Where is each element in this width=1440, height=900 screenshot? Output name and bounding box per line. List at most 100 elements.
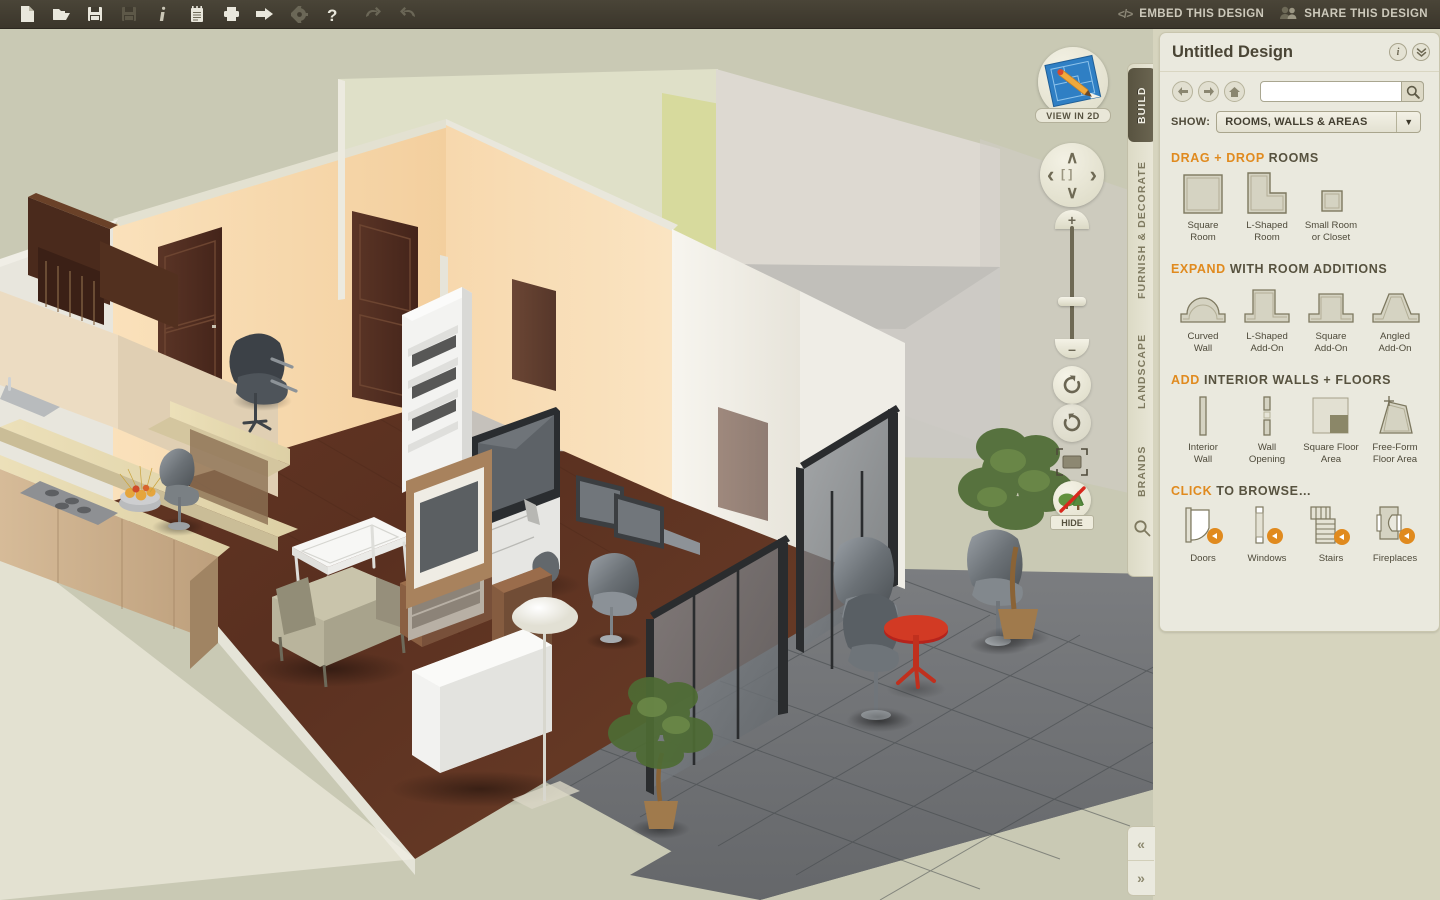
zoom-slider-handle[interactable] bbox=[1058, 297, 1086, 306]
tile-label: Square Add-On bbox=[1314, 331, 1348, 354]
build-panel-card: Untitled Design i SHOW: ROOMS, WALLS & A… bbox=[1159, 32, 1440, 632]
settings-gear-icon[interactable] bbox=[282, 1, 316, 28]
nav-forward-button[interactable] bbox=[1198, 81, 1219, 102]
pan-right-button[interactable]: › bbox=[1090, 164, 1097, 186]
collapse-next-button[interactable]: » bbox=[1128, 861, 1154, 895]
zoom-out-button[interactable]: – bbox=[1055, 339, 1089, 358]
toolbar-icon-group: ? bbox=[0, 1, 424, 28]
view-in-2d-label[interactable]: VIEW IN 2D bbox=[1035, 108, 1111, 123]
panel-search-box[interactable] bbox=[1260, 81, 1424, 102]
pan-dial[interactable]: ∧ ‹ › ∨ [ ] bbox=[1040, 143, 1104, 207]
nav-home-button[interactable] bbox=[1224, 81, 1245, 102]
tile-doors[interactable]: Doors bbox=[1171, 504, 1235, 565]
wall-opening-icon bbox=[1244, 393, 1290, 437]
notes-icon[interactable] bbox=[180, 1, 214, 28]
tile-interior-wall[interactable]: Interior Wall bbox=[1171, 393, 1235, 466]
zoom-slider[interactable]: + – bbox=[1055, 210, 1089, 358]
info-icon[interactable] bbox=[146, 1, 180, 28]
share-design-label: SHARE THIS DESIGN bbox=[1304, 8, 1428, 20]
section-title: EXPAND WITH ROOM ADDITIONS bbox=[1171, 262, 1439, 276]
vtab-build[interactable]: BUILD bbox=[1128, 68, 1156, 142]
windows-icon bbox=[1242, 504, 1292, 548]
tile-label: L-Shaped Room bbox=[1246, 220, 1288, 243]
view-in-2d-button[interactable] bbox=[1038, 47, 1108, 117]
show-label: SHOW: bbox=[1171, 116, 1211, 128]
tile-label: Doors bbox=[1190, 553, 1216, 564]
tile-angled-add-on[interactable]: Angled Add-On bbox=[1363, 282, 1427, 355]
rotate-ccw-icon bbox=[1063, 375, 1081, 394]
chevron-down-icon[interactable]: ▼ bbox=[1396, 112, 1420, 132]
tile-square-add-on[interactable]: Square Add-On bbox=[1299, 282, 1363, 355]
l-shaped-room-icon bbox=[1244, 171, 1290, 215]
pan-down-button[interactable]: ∨ bbox=[1066, 184, 1078, 201]
tile-square-floor-area[interactable]: Square Floor Area bbox=[1299, 393, 1363, 466]
undo-icon[interactable] bbox=[356, 1, 390, 28]
tile-free-form-floor-area[interactable]: Free-Form Floor Area bbox=[1363, 393, 1427, 466]
hide-label[interactable]: HIDE bbox=[1050, 515, 1094, 530]
section-click-to-browse: CLICK TO BROWSE… Doors Windows Stairs Fi… bbox=[1160, 484, 1439, 565]
tile-l-shaped-room[interactable]: L-Shaped Room bbox=[1235, 171, 1299, 244]
tile-label: Interior Wall bbox=[1188, 442, 1218, 465]
open-folder-icon[interactable] bbox=[44, 1, 78, 28]
share-design-button[interactable]: SHARE THIS DESIGN bbox=[1280, 6, 1428, 22]
rotate-left-button[interactable] bbox=[1053, 366, 1091, 404]
free-form-floor-area-icon bbox=[1372, 393, 1418, 437]
snapshot-button[interactable] bbox=[1055, 447, 1089, 477]
design-title: Untitled Design bbox=[1172, 42, 1294, 61]
embed-design-button[interactable]: </> EMBED THIS DESIGN bbox=[1118, 7, 1264, 21]
print-icon[interactable] bbox=[214, 1, 248, 28]
section-keyword: DRAG + DROP bbox=[1171, 151, 1265, 165]
tile-curved-wall[interactable]: Curved Wall bbox=[1171, 282, 1235, 355]
tile-stairs[interactable]: Stairs bbox=[1299, 504, 1363, 565]
pan-left-button[interactable]: ‹ bbox=[1047, 164, 1054, 186]
tile-wall-opening[interactable]: Wall Opening bbox=[1235, 393, 1299, 466]
tile-windows[interactable]: Windows bbox=[1235, 504, 1299, 565]
export-icon[interactable] bbox=[248, 1, 282, 28]
show-filter-select[interactable]: ROOMS, WALLS & AREAS ▼ bbox=[1216, 111, 1422, 133]
square-add-on-icon bbox=[1305, 282, 1357, 326]
section-rest: TO BROWSE… bbox=[1212, 484, 1312, 498]
tile-row: Interior Wall Wall Opening Square Floor … bbox=[1171, 393, 1439, 466]
hide-plants-button[interactable] bbox=[1053, 481, 1091, 519]
pan-center-button[interactable]: [ ] bbox=[1061, 168, 1072, 180]
save-as-icon[interactable] bbox=[112, 1, 146, 28]
doors-icon bbox=[1178, 504, 1228, 548]
section-drag-drop-rooms: DRAG + DROP ROOMS Square Room L-Shaped R… bbox=[1160, 151, 1439, 244]
vtab-brands[interactable]: BRANDS bbox=[1128, 430, 1156, 512]
section-room-additions: EXPAND WITH ROOM ADDITIONS Curved Wall L… bbox=[1160, 262, 1439, 355]
svg-text:?: ? bbox=[327, 6, 337, 23]
rotate-right-button[interactable] bbox=[1053, 404, 1091, 442]
tile-l-shaped-add-on[interactable]: L-Shaped Add-On bbox=[1235, 282, 1299, 355]
panel-collapse-icon[interactable] bbox=[1412, 43, 1430, 61]
curved-wall-icon bbox=[1177, 282, 1229, 326]
square-room-icon bbox=[1180, 171, 1226, 215]
vtab-landscape[interactable]: LANDSCAPE bbox=[1128, 318, 1156, 424]
tile-small-room-or-closet[interactable]: Small Room or Closet bbox=[1299, 171, 1363, 244]
collapse-previous-button[interactable]: « bbox=[1128, 827, 1154, 861]
help-icon[interactable]: ? bbox=[316, 1, 350, 28]
tile-fireplaces[interactable]: Fireplaces bbox=[1363, 504, 1427, 565]
tile-label: Windows bbox=[1247, 553, 1287, 564]
new-document-icon[interactable] bbox=[10, 1, 44, 28]
search-input[interactable] bbox=[1261, 82, 1401, 101]
zoom-slider-track[interactable] bbox=[1070, 226, 1074, 344]
show-filter-row: SHOW: ROOMS, WALLS & AREAS ▼ bbox=[1160, 102, 1439, 133]
design-canvas[interactable] bbox=[0, 29, 1155, 900]
search-submit-button[interactable] bbox=[1401, 81, 1424, 102]
tile-row: Curved Wall L-Shaped Add-On Square Add-O… bbox=[1171, 282, 1439, 355]
tile-row: Doors Windows Stairs Fireplaces bbox=[1171, 504, 1439, 565]
nav-back-button[interactable] bbox=[1172, 81, 1193, 102]
floorplan-3d-scene bbox=[0, 29, 1155, 900]
save-icon[interactable] bbox=[78, 1, 112, 28]
redo-icon[interactable] bbox=[390, 1, 424, 28]
panel-info-icon[interactable]: i bbox=[1389, 43, 1407, 61]
section-keyword: CLICK bbox=[1171, 484, 1213, 498]
tile-label: Free-Form Floor Area bbox=[1372, 442, 1418, 465]
pan-up-button[interactable]: ∧ bbox=[1066, 149, 1078, 166]
vtab-furnish-decorate[interactable]: FURNISH & DECORATE bbox=[1128, 148, 1156, 312]
tile-label: Fireplaces bbox=[1372, 553, 1418, 564]
tile-label: Curved Wall bbox=[1187, 331, 1219, 354]
interior-wall-icon bbox=[1180, 393, 1226, 437]
vtab-search-icon[interactable] bbox=[1133, 519, 1151, 542]
tile-square-room[interactable]: Square Room bbox=[1171, 171, 1235, 244]
